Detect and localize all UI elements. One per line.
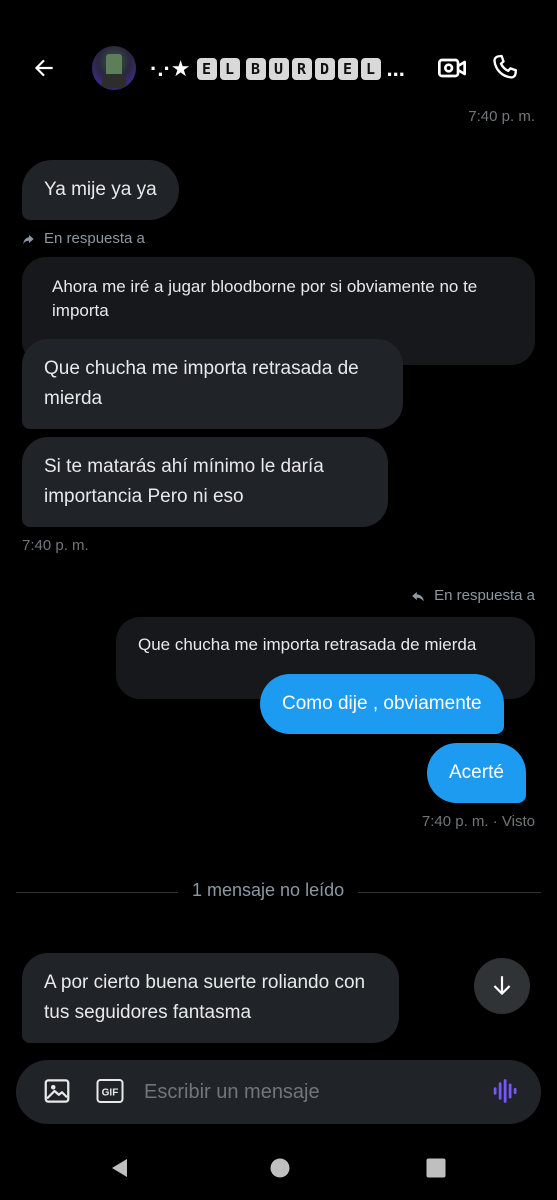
video-call-button[interactable] <box>436 52 472 88</box>
reply-indicator-label: En respuesta a <box>44 230 145 247</box>
system-recents-button[interactable] <box>424 1156 448 1180</box>
reply-indicator: En respuesta a <box>410 587 535 604</box>
outgoing-message[interactable]: Acerté <box>427 743 526 803</box>
reply-arrow-icon <box>23 234 34 244</box>
back-button[interactable] <box>26 50 62 86</box>
quoted-message-text: Que chucha me importa retrasada de mierd… <box>138 635 477 654</box>
title-letter: D <box>314 58 335 80</box>
conversation-title[interactable]: ·.·★ E L B U R D E L ... <box>150 54 430 84</box>
gif-label: GIF <box>102 1088 119 1099</box>
timestamp-seen: 7:40 p. m. · Visto <box>421 813 535 830</box>
incoming-message[interactable]: Que chucha me importa retrasada de mierd… <box>22 339 403 429</box>
incoming-message[interactable]: Ya mije ya ya <box>22 160 179 220</box>
status-bar-remnant <box>30 0 210 4</box>
add-gif-button[interactable]: GIF <box>96 1078 124 1104</box>
phone-icon <box>493 54 518 79</box>
avatar-figure-body <box>102 74 126 88</box>
voice-message-button[interactable] <box>490 1076 520 1106</box>
system-back-button[interactable] <box>108 1156 132 1180</box>
message-input[interactable] <box>144 1072 464 1112</box>
gif-icon: GIF <box>96 1079 124 1103</box>
incoming-message[interactable]: A por cierto buena suerte roliando con t… <box>22 953 399 1043</box>
audio-waveform-icon <box>493 1079 517 1103</box>
title-letters: E L <box>196 58 240 80</box>
add-image-button[interactable] <box>42 1076 72 1106</box>
title-letter: B <box>245 58 266 80</box>
timestamp: 7:40 p. m. <box>22 537 89 554</box>
timestamp: 7:40 p. m. <box>468 108 535 125</box>
scroll-to-bottom-button[interactable] <box>474 958 530 1014</box>
title-letters: B U R D E L <box>245 58 381 80</box>
title-prefix: ·.·★ <box>150 56 191 81</box>
title-letter: L <box>360 58 381 80</box>
video-camera-icon <box>438 58 466 78</box>
voice-call-button[interactable] <box>490 52 526 88</box>
outgoing-message[interactable]: Como dije , obviamente <box>260 674 504 734</box>
unread-divider: 1 mensaje no leído <box>178 880 359 901</box>
square-recents-icon <box>426 1158 446 1178</box>
quoted-message-text: Ahora me iré a jugar bloodborne por si o… <box>52 277 478 320</box>
title-letter: R <box>291 58 312 80</box>
triangle-back-icon <box>112 1159 127 1177</box>
incoming-message[interactable]: Si te matarás ahí mínimo le daría import… <box>22 437 388 527</box>
reply-back-arrow-icon <box>412 591 424 601</box>
arrow-down-icon <box>493 976 511 996</box>
title-letter: E <box>337 58 358 80</box>
reply-indicator-label: En respuesta a <box>434 587 535 604</box>
avatar-figure <box>106 54 122 76</box>
image-icon <box>44 1079 70 1103</box>
title-letter: E <box>196 58 217 80</box>
title-letter: U <box>268 58 289 80</box>
avatar[interactable] <box>92 46 136 90</box>
system-home-button[interactable] <box>268 1156 292 1180</box>
reply-indicator: En respuesta a <box>22 230 145 247</box>
title-suffix: ... <box>386 56 405 81</box>
title-letter: L <box>219 58 240 80</box>
circle-home-icon <box>270 1158 290 1178</box>
arrow-left-icon <box>34 59 53 77</box>
